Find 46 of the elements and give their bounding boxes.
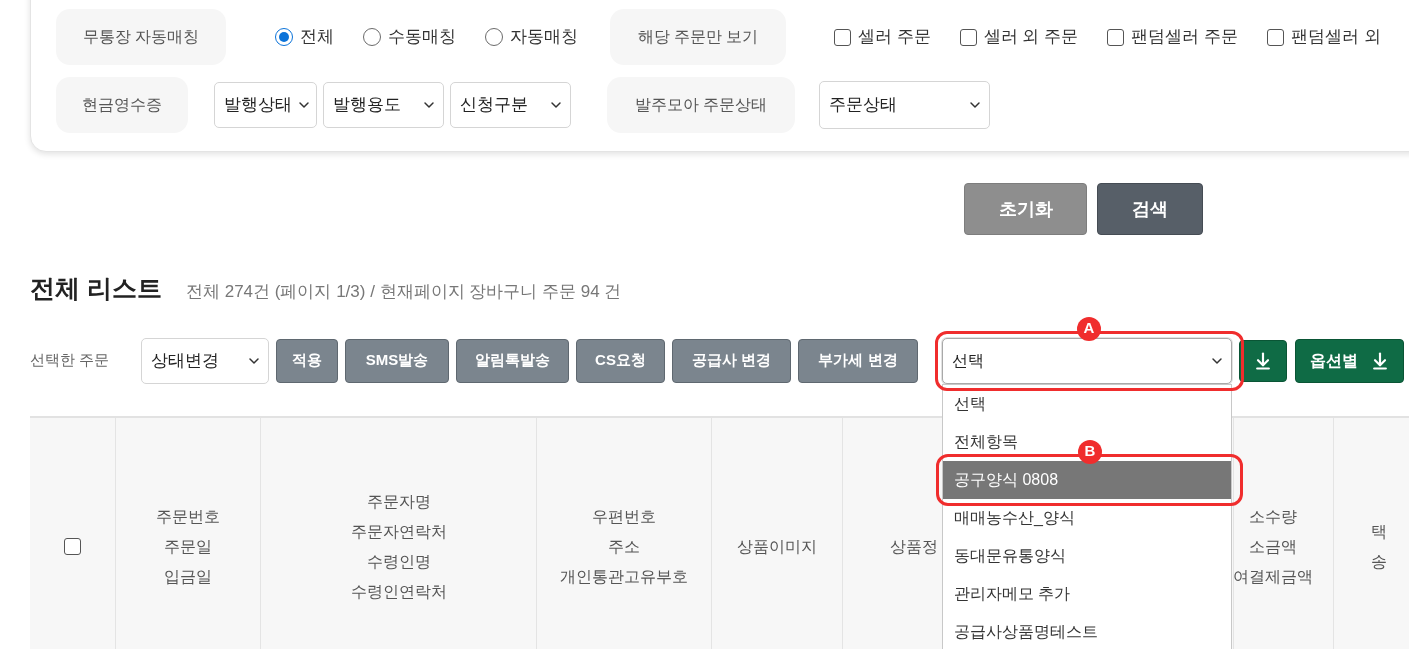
column-header: 소수량 소금액 여결제금액 [1232,506,1313,587]
checkbox-option[interactable]: 팬덤셀러 외 [1266,24,1381,50]
column-header: 주문자명 주문자연락처 수령인명 수령인연락처 [350,491,447,602]
list-title: 전체 리스트 [30,273,162,303]
filter-label: 현금영수증 [56,76,188,133]
dropdown-option[interactable]: 전체항목 [943,431,1029,452]
action-button[interactable]: 부가세 변경 [798,338,918,383]
download-button[interactable] [1239,339,1287,382]
column-header: 상품정 [890,536,938,557]
radio-option[interactable]: 수동매칭 [363,24,456,50]
action-button[interactable]: 알림톡발송 [456,338,569,383]
column-header: 택 송 [1371,521,1387,572]
dropdown-option[interactable]: 관리자메모 추가 [943,583,1082,604]
option-download-button[interactable]: 옵션별 [1295,338,1404,383]
column-header: 우편번호 주소 개인통관고유부호 [560,506,688,587]
download-icon [1253,350,1273,371]
select-field[interactable]: 주문상태 [819,80,990,129]
select-field[interactable]: 선택 [942,337,1232,384]
radio-option[interactable]: 자동매칭 [485,24,578,50]
filter-label: 발주모아 주문상태 [607,76,795,133]
dropdown-option[interactable]: 동대문유통양식 [943,545,1077,566]
bulk-action-label: 선택한 주문 [30,350,111,371]
search-button[interactable]: 검색 [1097,183,1203,235]
dropdown-option[interactable]: 선택 [943,393,997,414]
select-field[interactable]: 상태변경 [141,337,269,384]
annotation-marker: B [1078,439,1102,464]
column-header: 주문번호 주문일 입금일 [156,506,220,587]
select-field[interactable]: 발행상태 [214,81,317,128]
action-button[interactable]: 공급사 변경 [672,338,791,383]
dropdown-option[interactable]: 공급사상품명테스트 [943,621,1109,642]
list-summary: 전체 274건 (페이지 1/3) / 현재페이지 장바구니 주문 94 건 [185,281,622,303]
action-button[interactable]: SMS발송 [345,338,449,383]
checkbox-option[interactable]: 셀러 외 주문 [959,24,1079,50]
annotation-marker: A [1077,316,1101,341]
radio-option[interactable]: 전체 [275,24,334,50]
action-button[interactable]: 적용 [276,338,338,383]
select-field[interactable]: 신청구분 [450,81,571,128]
dropdown-option[interactable]: 매매농수산_양식 [943,507,1086,528]
checkbox-option[interactable]: 팬덤셀러 주문 [1107,24,1238,50]
select-field[interactable]: 발행용도 [323,81,444,128]
column-header: 상품이미지 [737,536,817,557]
dropdown-option[interactable]: 공구양식 0808 [943,460,1231,499]
checkbox-option[interactable]: 셀러 주문 [834,24,931,50]
filter-label: 무통장 자동매칭 [56,9,226,65]
action-button[interactable]: CS요청 [576,338,665,383]
filter-label: 해당 주문만 보기 [610,9,786,65]
